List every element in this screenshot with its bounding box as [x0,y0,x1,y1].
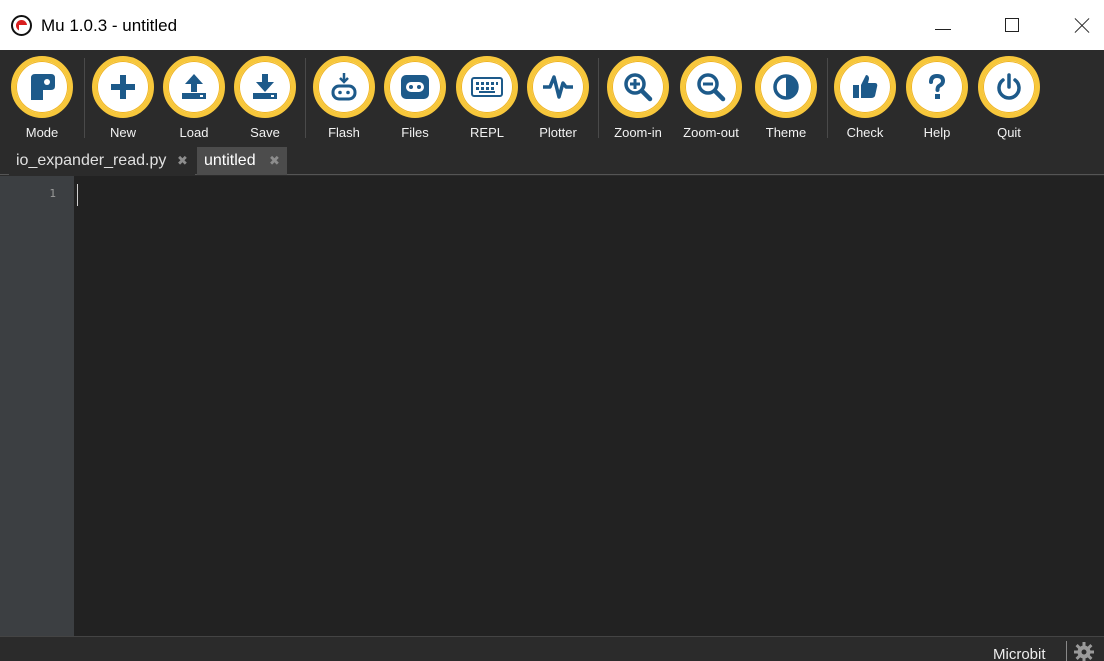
help-button[interactable]: Help [902,56,972,144]
new-button[interactable]: New [88,56,158,144]
mode-icon [16,61,68,113]
tab-io-expander-read[interactable]: io_expander_read.py ✖ [9,147,195,175]
toolbar: Mode New Load Save Flash Files REPL Plot… [0,50,1104,146]
mode-label: Mode [25,125,59,140]
close-window-button[interactable] [1058,0,1104,50]
close-icon[interactable]: ✖ [177,147,188,175]
repl-button[interactable]: REPL [452,56,522,144]
microbit-icon [389,61,441,113]
window-title: Mu 1.0.3 - untitled [41,16,178,35]
mu-logo-icon [11,15,32,36]
mode-button[interactable]: Mode [7,56,77,144]
quit-label: Quit [997,125,1021,140]
pulse-icon [532,61,584,113]
tab-bar: io_expander_read.py ✖ untitled ✖ [0,147,1104,175]
upload-icon [168,61,220,113]
thumbs-up-icon [839,61,891,113]
question-icon [911,61,963,113]
load-button[interactable]: Load [159,56,229,144]
minimize-button[interactable] [918,0,964,50]
current-mode-label[interactable]: Microbit [993,646,1046,661]
line-number-gutter: 1 [0,176,74,636]
theme-button[interactable]: Theme [751,56,821,144]
zoom-out-button[interactable]: Zoom-out [676,56,746,144]
mu-editor-window: Mu 1.0.3 - untitled Mode New Load Save F… [0,0,1104,661]
plus-icon [97,61,149,113]
download-icon [239,61,291,113]
zoom-out-icon [685,61,737,113]
plotter-label: Plotter [539,125,577,140]
flash-icon [318,61,370,113]
quit-button[interactable]: Quit [974,56,1044,144]
flash-button[interactable]: Flash [309,56,379,144]
maximize-icon [1005,18,1019,32]
status-divider [1066,641,1067,661]
theme-icon [760,61,812,113]
minimize-icon [935,29,951,30]
power-icon [983,61,1035,113]
tab-label: io_expander_read.py [16,152,167,169]
save-label: Save [250,125,280,140]
tab-untitled[interactable]: untitled ✖ [197,147,287,175]
plotter-button[interactable]: Plotter [523,56,593,144]
keyboard-icon [461,61,513,113]
text-cursor [77,184,78,206]
files-button[interactable]: Files [380,56,450,144]
code-text-area[interactable] [74,176,1104,636]
theme-label: Theme [765,125,807,140]
code-editor[interactable]: 1 [0,176,1104,636]
zoom-in-button[interactable]: Zoom-in [603,56,673,144]
title-bar: Mu 1.0.3 - untitled [0,0,1104,50]
maximize-button[interactable] [988,0,1034,50]
save-button[interactable]: Save [230,56,300,144]
tab-label: untitled [204,152,256,169]
gear-icon[interactable] [1072,641,1096,661]
status-bar: Microbit [0,636,1104,661]
close-icon[interactable]: ✖ [269,147,280,175]
zoom-in-icon [612,61,664,113]
line-number: 1 [49,187,56,200]
check-button[interactable]: Check [830,56,900,144]
